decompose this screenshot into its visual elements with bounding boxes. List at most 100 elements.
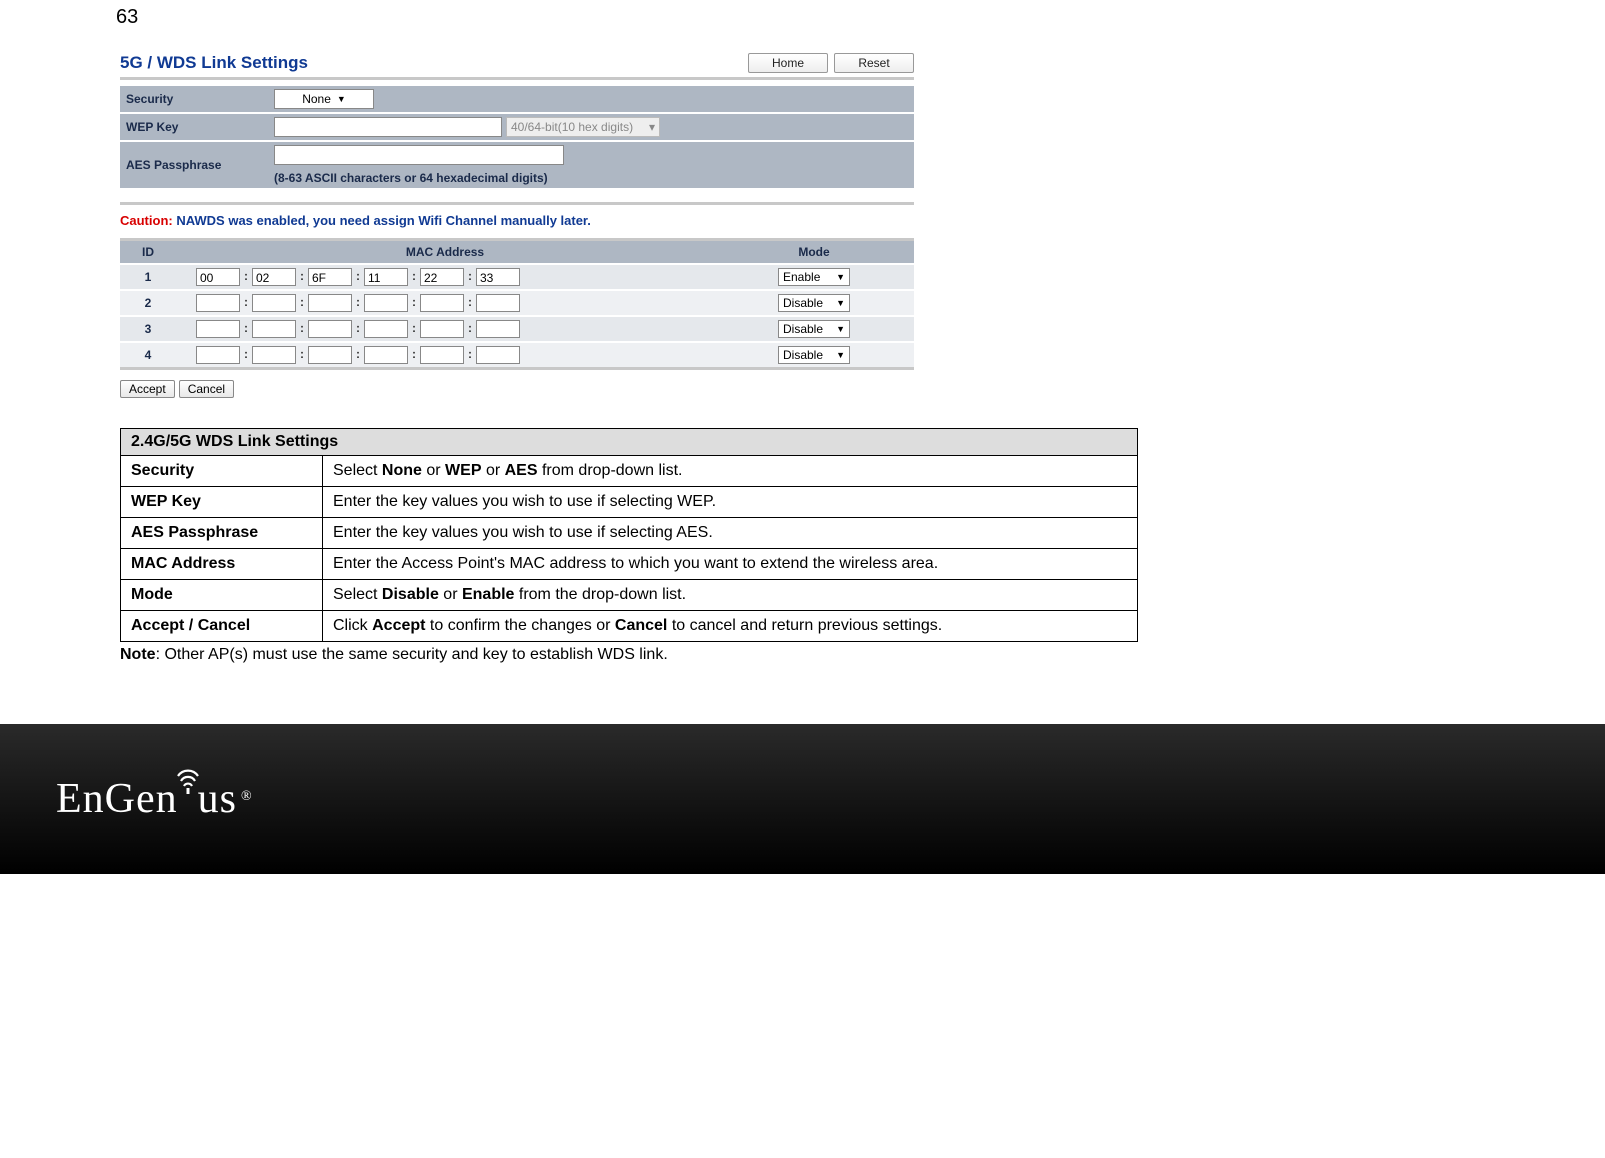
mac-row-octets: ::::: <box>176 346 714 364</box>
chevron-down-icon: ▾ <box>649 120 655 134</box>
mac-octet-input[interactable] <box>420 320 464 338</box>
mac-octet-input[interactable] <box>420 346 464 364</box>
note-line: Note: Other AP(s) must use the same secu… <box>120 646 1138 664</box>
mode-value: Enable <box>783 270 820 284</box>
mac-octet-input[interactable] <box>252 320 296 338</box>
brand-logo: EnGen us ® <box>56 775 253 823</box>
brand-post: us <box>198 775 237 823</box>
desc-key: WEP Key <box>121 487 323 518</box>
aes-hint: (8-63 ASCII characters or 64 hexadecimal… <box>274 171 548 185</box>
colon-separator: : <box>408 295 420 309</box>
mac-table-header: ID MAC Address Mode <box>120 238 914 263</box>
colon-separator: : <box>296 269 308 283</box>
colon-separator: : <box>296 347 308 361</box>
desc-value: Click Accept to confirm the changes or C… <box>323 611 1138 642</box>
mac-table: ID MAC Address Mode 100:02:6F:11:22:33En… <box>120 238 914 370</box>
colon-separator: : <box>408 269 420 283</box>
desc-key: MAC Address <box>121 549 323 580</box>
mode-select[interactable]: Disable▼ <box>778 346 850 364</box>
mac-row: 4:::::Disable▼ <box>120 341 914 367</box>
mac-octet-input[interactable] <box>308 320 352 338</box>
security-value: None <box>302 92 331 106</box>
mac-octet-input[interactable] <box>252 294 296 312</box>
desc-row: WEP KeyEnter the key values you wish to … <box>121 487 1138 518</box>
home-button[interactable]: Home <box>748 53 828 73</box>
desc-key: Mode <box>121 580 323 611</box>
mac-octet-input[interactable] <box>476 294 520 312</box>
colon-separator: : <box>240 269 252 283</box>
colon-separator: : <box>296 295 308 309</box>
desc-row: Accept / CancelClick Accept to confirm t… <box>121 611 1138 642</box>
colon-separator: : <box>408 347 420 361</box>
mac-octet-input[interactable] <box>364 346 408 364</box>
colon-separator: : <box>464 321 476 335</box>
mac-row-id: 1 <box>120 270 176 284</box>
desc-key: Accept / Cancel <box>121 611 323 642</box>
cancel-button[interactable]: Cancel <box>179 380 234 398</box>
chevron-down-icon: ▼ <box>836 324 845 334</box>
mac-row-mode: Enable▼ <box>714 268 914 286</box>
desc-row: ModeSelect Disable or Enable from the dr… <box>121 580 1138 611</box>
mac-octet-input[interactable] <box>476 320 520 338</box>
mac-table-bottomline <box>120 367 914 370</box>
colon-separator: : <box>464 347 476 361</box>
mac-octet-input[interactable]: 6F <box>308 268 352 286</box>
aes-label: AES Passphrase <box>126 158 274 172</box>
desc-key: Security <box>121 456 323 487</box>
mac-octet-input[interactable] <box>308 346 352 364</box>
wepkey-input[interactable] <box>274 117 502 137</box>
mac-octet-input[interactable]: 02 <box>252 268 296 286</box>
note-label: Note <box>120 646 156 663</box>
form-buttons: Accept Cancel <box>120 380 914 398</box>
mode-select[interactable]: Disable ▼ <box>778 320 850 338</box>
accept-button[interactable]: Accept <box>120 380 175 398</box>
wepkey-format-value: 40/64-bit(10 hex digits) <box>511 120 633 134</box>
mac-row-octets: 00:02:6F:11:22:33 <box>176 268 714 286</box>
desc-row: MAC AddressEnter the Access Point's MAC … <box>121 549 1138 580</box>
security-select[interactable]: None ▼ <box>274 89 374 109</box>
footer: EnGen us ® <box>0 724 1605 874</box>
mac-octet-input[interactable] <box>196 294 240 312</box>
mac-octet-input[interactable] <box>420 294 464 312</box>
wifi-icon <box>175 764 201 801</box>
mac-octet-input[interactable]: 00 <box>196 268 240 286</box>
col-mac: MAC Address <box>176 241 714 263</box>
aes-input[interactable] <box>274 145 564 165</box>
mode-select[interactable]: Enable▼ <box>778 268 850 286</box>
note-text: : Other AP(s) must use the same security… <box>156 646 668 663</box>
col-id: ID <box>120 241 176 263</box>
page-number: 63 <box>116 6 1605 29</box>
reset-button[interactable]: Reset <box>834 53 914 73</box>
colon-separator: : <box>408 321 420 335</box>
mode-value: Disable <box>783 322 823 336</box>
colon-separator: : <box>240 295 252 309</box>
caution-text: NAWDS was enabled, you need assign Wifi … <box>176 213 591 228</box>
mac-octet-input[interactable] <box>196 320 240 338</box>
desc-value: Enter the Access Point's MAC address to … <box>323 549 1138 580</box>
mac-octet-input[interactable] <box>476 346 520 364</box>
mac-octet-input[interactable]: 22 <box>420 268 464 286</box>
wepkey-label: WEP Key <box>126 120 274 134</box>
mac-octet-input[interactable]: 33 <box>476 268 520 286</box>
divider <box>120 202 914 205</box>
mac-octet-input[interactable] <box>364 294 408 312</box>
mode-value: Disable <box>783 348 823 362</box>
mac-octet-input[interactable]: 11 <box>364 268 408 286</box>
mode-value: Disable <box>783 296 823 310</box>
col-mode: Mode <box>714 241 914 263</box>
mac-row: 100:02:6F:11:22:33Enable▼ <box>120 263 914 289</box>
security-label: Security <box>126 92 274 106</box>
colon-separator: : <box>240 347 252 361</box>
titlebar-buttons: Home Reset <box>748 53 914 73</box>
mac-row: 2:::::Disable▼ <box>120 289 914 315</box>
mode-select[interactable]: Disable▼ <box>778 294 850 312</box>
mac-octet-input[interactable] <box>252 346 296 364</box>
mac-row-mode: Disable▼ <box>714 346 914 364</box>
titlebar: 5G / WDS Link Settings Home Reset <box>120 53 914 80</box>
colon-separator: : <box>352 269 364 283</box>
mac-octet-input[interactable] <box>308 294 352 312</box>
mac-octet-input[interactable] <box>364 320 408 338</box>
mac-row-octets: ::::: <box>176 320 714 338</box>
mac-octet-input[interactable] <box>196 346 240 364</box>
colon-separator: : <box>464 269 476 283</box>
